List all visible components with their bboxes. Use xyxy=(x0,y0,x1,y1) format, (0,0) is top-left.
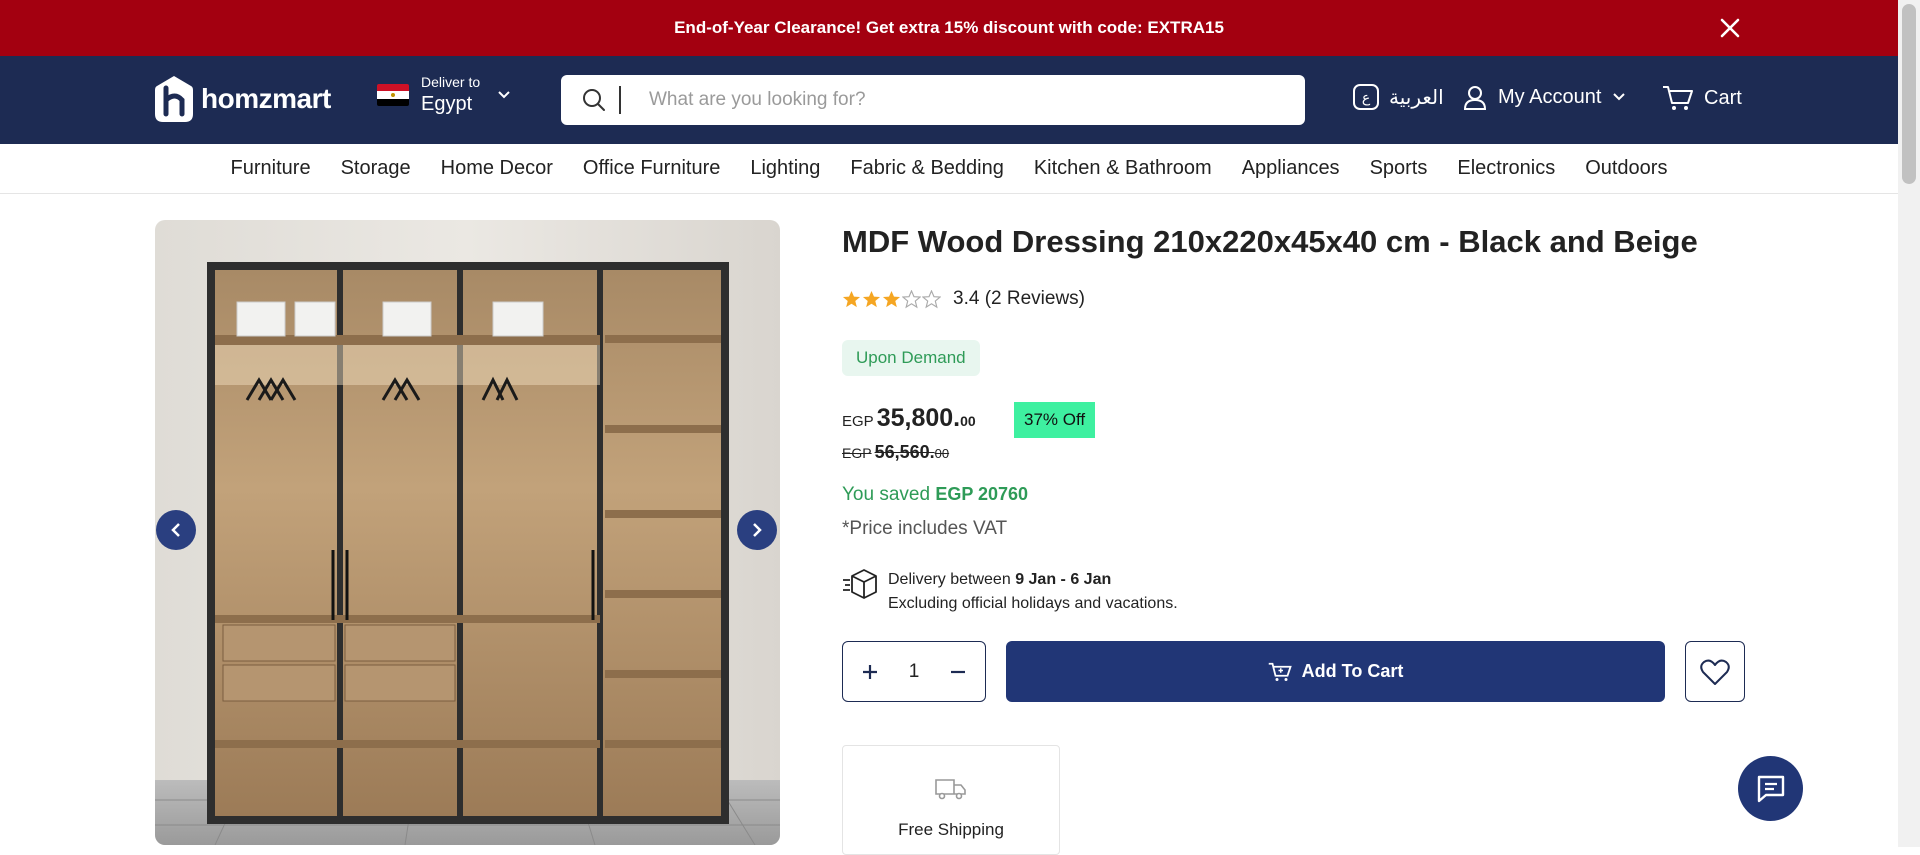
deliver-country: Egypt xyxy=(421,93,473,115)
delivery-note: Excluding official holidays and vacation… xyxy=(888,595,1178,612)
star-icon xyxy=(842,290,861,307)
old-price-currency: EGP xyxy=(842,445,872,461)
chat-icon xyxy=(1757,775,1784,802)
product-title: MDF Wood Dressing 210x220x45x40 cm - Bla… xyxy=(842,224,1698,259)
saved-amount: EGP 20760 xyxy=(935,484,1029,504)
free-shipping-card: Free Shipping xyxy=(842,745,1060,855)
egypt-flag-icon xyxy=(377,84,409,106)
free-shipping-label: Free Shipping xyxy=(898,820,1004,839)
user-icon xyxy=(1463,86,1487,110)
nav-item-storage[interactable]: Storage xyxy=(326,157,426,180)
scrollbar-thumb[interactable] xyxy=(1902,4,1916,184)
truck-icon xyxy=(935,779,966,800)
old-price-decimals: 00 xyxy=(934,446,950,461)
minus-icon xyxy=(951,670,966,673)
nav-item-office-furniture[interactable]: Office Furniture xyxy=(568,157,735,180)
gallery-prev-button[interactable] xyxy=(156,510,196,550)
old-price: EGP 56,560. 00 xyxy=(842,442,949,463)
chevron-down-icon xyxy=(498,91,510,99)
old-price-value: 56,560. xyxy=(874,442,935,462)
decrease-quantity-button[interactable] xyxy=(944,658,972,686)
cart-icon xyxy=(1663,86,1693,110)
search-icon[interactable] xyxy=(581,87,607,113)
deliver-to-selector[interactable]: Deliver to Egypt xyxy=(377,74,512,116)
nav-item-kitchen-bathroom[interactable]: Kitchen & Bathroom xyxy=(1019,157,1227,180)
delivery-box-icon xyxy=(843,569,877,599)
delivery-info: Delivery between 9 Jan - 6 Jan Excluding… xyxy=(842,568,1178,616)
nav-item-sports[interactable]: Sports xyxy=(1355,157,1443,180)
star-icon xyxy=(862,290,881,307)
savings-text: You saved EGP 20760 xyxy=(842,484,1028,506)
vat-note: *Price includes VAT xyxy=(842,518,1008,539)
quantity-value[interactable]: 1 xyxy=(909,661,920,683)
rating-text: 3.4 (2 Reviews) xyxy=(953,288,1085,309)
nav-item-lighting[interactable]: Lighting xyxy=(735,157,835,180)
nav-item-electronics[interactable]: Electronics xyxy=(1442,157,1570,180)
star-outline-icon xyxy=(922,289,941,308)
current-price: EGP 35,800. 00 xyxy=(842,404,976,433)
language-label: العربية xyxy=(1389,86,1444,109)
delivery-range: 9 Jan - 6 Jan xyxy=(1015,571,1112,588)
close-icon[interactable] xyxy=(1718,16,1742,40)
nav-item-home-decor[interactable]: Home Decor xyxy=(426,157,568,180)
chevron-right-icon xyxy=(753,523,762,537)
increase-quantity-button[interactable] xyxy=(856,658,884,686)
add-to-cart-label: Add To Cart xyxy=(1301,661,1404,681)
nav-item-appliances[interactable]: Appliances xyxy=(1227,157,1355,180)
heart-icon xyxy=(1700,659,1730,685)
plus-icon xyxy=(862,664,877,679)
page-scrollbar[interactable] xyxy=(1898,0,1920,847)
logo-mark-icon xyxy=(155,76,193,122)
search-divider xyxy=(619,86,621,114)
saved-label: You saved xyxy=(842,484,931,505)
nav-item-fabric-bedding[interactable]: Fabric & Bedding xyxy=(835,157,1018,180)
promo-text: End-of-Year Clearance! Get extra 15% dis… xyxy=(674,18,1224,37)
search-input[interactable] xyxy=(649,89,1249,111)
delivery-prefix: Delivery between xyxy=(888,571,1011,588)
language-switch[interactable]: ع العربية xyxy=(1353,84,1444,110)
cart-link[interactable]: Cart xyxy=(1662,84,1742,112)
chat-button[interactable] xyxy=(1738,756,1803,821)
star-icon xyxy=(882,290,901,307)
product-image[interactable] xyxy=(155,220,780,845)
rating-stars xyxy=(842,289,941,309)
price-currency: EGP xyxy=(842,413,874,430)
chevron-left-icon xyxy=(171,523,180,537)
gallery-next-button[interactable] xyxy=(737,510,777,550)
quantity-stepper: 1 xyxy=(842,641,986,702)
price-decimals: 00 xyxy=(960,413,976,429)
discount-badge: 37% Off xyxy=(1014,402,1096,438)
wishlist-button[interactable] xyxy=(1685,641,1745,702)
language-icon: ع xyxy=(1353,84,1379,110)
deliver-label: Deliver to xyxy=(421,74,481,90)
cart-icon xyxy=(1268,662,1292,681)
logo-text: homzmart xyxy=(201,83,331,114)
star-outline-icon xyxy=(902,289,921,308)
promo-banner: End-of-Year Clearance! Get extra 15% dis… xyxy=(0,0,1898,56)
my-account-label: My Account xyxy=(1498,85,1602,108)
nav-item-furniture[interactable]: Furniture xyxy=(216,157,326,180)
logo[interactable]: homzmart xyxy=(153,74,331,124)
my-account-menu[interactable]: My Account xyxy=(1462,84,1627,110)
price-value: 35,800. xyxy=(876,404,961,432)
site-header: homzmart Deliver to Egypt ع العربية My A… xyxy=(0,56,1898,144)
availability-badge: Upon Demand xyxy=(842,340,980,376)
cart-label: Cart xyxy=(1704,86,1742,109)
product-rating[interactable]: 3.4 (2 Reviews) xyxy=(842,288,1085,310)
search-bar[interactable] xyxy=(561,75,1305,125)
add-to-cart-button[interactable]: Add To Cart xyxy=(1006,641,1665,702)
category-nav: Furniture Storage Home Decor Office Furn… xyxy=(0,144,1898,194)
nav-item-outdoors[interactable]: Outdoors xyxy=(1570,157,1682,180)
chevron-down-icon xyxy=(1613,93,1626,101)
